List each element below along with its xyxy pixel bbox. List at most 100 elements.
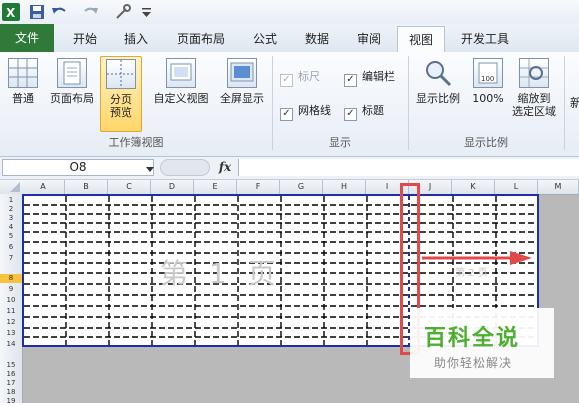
row-header[interactable]: 6 <box>0 243 22 252</box>
custom-views-button[interactable]: 自定义视图 <box>148 56 214 114</box>
column-header-b[interactable]: B <box>65 180 108 194</box>
magnifier-icon <box>423 58 453 88</box>
redo-icon[interactable] <box>82 3 100 21</box>
watermark-subtitle: 助你轻松解决 <box>434 356 513 370</box>
page-layout-view-button[interactable]: 页面布局 <box>46 56 98 114</box>
row-header[interactable]: 19 <box>0 397 22 406</box>
normal-view-icon <box>8 58 38 88</box>
row-header[interactable]: 3 <box>0 214 22 223</box>
tab-view[interactable]: 视图 <box>397 26 445 54</box>
tab-file[interactable]: 文件 <box>0 24 54 52</box>
tab-formulas[interactable]: 公式 <box>244 26 286 52</box>
show-group-label: 显示 <box>329 136 351 149</box>
customize-icon[interactable] <box>138 3 156 21</box>
row-header[interactable]: 2 <box>0 205 22 214</box>
headings-checkbox[interactable]: ✓ 标题 <box>344 103 384 121</box>
column-header-e[interactable]: E <box>194 180 237 194</box>
full-screen-icon <box>227 58 257 88</box>
page-break-preview-button[interactable]: 分页 预览 <box>100 56 142 132</box>
row-header[interactable]: 15 <box>0 361 22 370</box>
svg-text:X: X <box>6 6 16 20</box>
column-header-c[interactable]: C <box>108 180 151 194</box>
row-header[interactable]: 12 <box>0 318 22 327</box>
insert-function-button[interactable]: fx <box>214 159 236 176</box>
watermark-title: 百科全说 <box>424 326 521 351</box>
page-layout-icon <box>57 58 87 88</box>
zoom-100-icon: 100 <box>473 58 503 88</box>
full-screen-button[interactable]: 全屏显示 <box>216 56 268 114</box>
tab-developer[interactable]: 开发工具 <box>452 26 518 52</box>
tab-page-layout[interactable]: 页面布局 <box>166 26 236 52</box>
page-break-preview-label-1: 分页 <box>110 93 132 106</box>
zoom-button[interactable]: 显示比例 <box>412 56 464 114</box>
formula-buttons-area <box>160 159 210 176</box>
save-icon[interactable] <box>28 3 46 21</box>
name-box-value: O8 <box>69 160 87 174</box>
excel-logo-icon: X <box>2 3 20 21</box>
zoom-to-selection-button[interactable]: 缩放到 选定区域 <box>510 56 558 130</box>
column-header-d[interactable]: D <box>151 180 194 194</box>
normal-view-button[interactable]: 普通 <box>4 56 42 114</box>
row-header[interactable]: 14 <box>0 340 22 349</box>
formula-bar-row: O8 fx <box>0 157 579 180</box>
new-window-partial-label[interactable]: 新 <box>570 94 579 111</box>
row-header[interactable]: 17 <box>0 379 22 388</box>
page-break-preview-icon <box>106 59 136 89</box>
column-header-a[interactable]: A <box>22 180 65 194</box>
zoom-to-selection-label-2: 选定区域 <box>512 105 556 118</box>
formula-bar-label: 编辑栏 <box>362 70 395 83</box>
ruler-label: 标尺 <box>298 70 320 83</box>
row-header[interactable]: 16 <box>0 370 22 379</box>
formula-bar-checkbox[interactable]: ✓ 编辑栏 <box>344 69 395 87</box>
row-header[interactable]: 4 <box>0 223 22 232</box>
workbook-views-group-label: 工作簿视图 <box>108 136 164 149</box>
column-header-bar: A B C D E F G H I J K L M <box>0 180 579 195</box>
row-header[interactable]: 7 <box>0 254 22 263</box>
gridlines-check-icon: ✓ <box>280 108 293 121</box>
tab-home[interactable]: 开始 <box>62 26 108 52</box>
row-header[interactable]: 10 <box>0 296 22 305</box>
row-header[interactable]: 13 <box>0 329 22 338</box>
ribbon-tab-bar: 文件 开始 插入 页面布局 公式 数据 审阅 视图 开发工具 <box>0 24 579 54</box>
column-header-k[interactable]: K <box>452 180 495 194</box>
select-all-corner[interactable] <box>0 180 22 194</box>
row-header[interactable]: 18 <box>0 388 22 397</box>
gridlines-checkbox[interactable]: ✓ 网格线 <box>280 103 331 121</box>
zoom-100-button[interactable]: 100 100% <box>468 56 508 114</box>
tab-insert[interactable]: 插入 <box>114 26 158 52</box>
name-box-dropdown-icon[interactable] <box>146 162 154 176</box>
zoom-to-selection-label-1: 缩放到 <box>517 92 551 105</box>
ruler-check-icon: ✓ <box>280 74 293 87</box>
column-header-l[interactable]: L <box>495 180 538 194</box>
row-header[interactable]: 9 <box>0 285 22 294</box>
row-header-selected[interactable]: 8 <box>0 274 22 283</box>
page-break-preview-label-2: 预览 <box>110 106 132 119</box>
normal-view-label: 普通 <box>12 92 34 105</box>
column-header-m[interactable]: M <box>538 180 579 194</box>
page-1-watermark: 第 1 页 <box>160 257 282 290</box>
zoom-group-label: 显示比例 <box>464 136 508 149</box>
tab-review[interactable]: 审阅 <box>346 26 392 52</box>
zoom-100-label: 100% <box>472 92 504 105</box>
ribbon: 普通 页面布局 分页 预览 自定义视图 全屏显示 工作簿视图 ✓ 标尺 ✓ 编辑栏 … <box>0 52 579 157</box>
row-header[interactable]: 11 <box>0 307 22 316</box>
undo-icon[interactable] <box>50 3 68 21</box>
headings-check-icon: ✓ <box>344 108 357 121</box>
row-header[interactable]: 1 <box>0 196 22 205</box>
tab-data[interactable]: 数据 <box>294 26 340 52</box>
svg-text:100: 100 <box>481 75 494 83</box>
column-header-f[interactable]: F <box>237 180 280 194</box>
row-header[interactable]: 5 <box>0 232 22 241</box>
quick-access-toolbar: X <box>0 0 579 24</box>
custom-views-label: 自定义视图 <box>153 92 209 105</box>
formula-bar-check-icon: ✓ <box>344 74 357 87</box>
zoom-label: 显示比例 <box>416 92 460 105</box>
name-box[interactable]: O8 <box>2 159 154 176</box>
column-header-h[interactable]: H <box>323 180 366 194</box>
formula-input[interactable] <box>238 159 579 176</box>
column-header-g[interactable]: G <box>280 180 323 194</box>
ruler-checkbox[interactable]: ✓ 标尺 <box>280 69 320 87</box>
tools-icon[interactable] <box>114 3 132 21</box>
full-screen-label: 全屏显示 <box>220 92 264 105</box>
page-layout-view-label: 页面布局 <box>50 92 94 105</box>
